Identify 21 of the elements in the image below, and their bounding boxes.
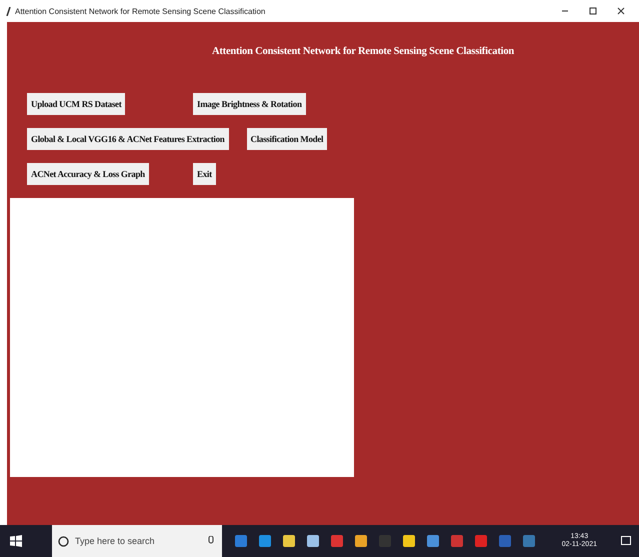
action-button[interactable]: Upload UCM RS Dataset: [27, 93, 126, 115]
app-icon[interactable]: [402, 534, 416, 548]
microphone-icon[interactable]: [208, 536, 214, 546]
action-button[interactable]: Global & Local VGG16 & ACNet Features Extraction: [27, 128, 228, 150]
window-title: Attention Consistent Network for Remote Sensing Scene Classification: [15, 6, 266, 16]
start-icon[interactable]: [10, 535, 22, 547]
close-icon: [617, 7, 625, 15]
app-icon[interactable]: [258, 534, 272, 548]
action-button[interactable]: Classification Model: [246, 128, 328, 150]
app-icon[interactable]: [306, 534, 320, 548]
app-icon[interactable]: [354, 534, 368, 548]
cortana-circle-icon: [58, 536, 69, 546]
action-button[interactable]: Image Brightness & Rotation: [193, 93, 306, 115]
action-button[interactable]: ACNet Accuracy & Loss Graph: [27, 163, 149, 185]
action-button[interactable]: Exit: [193, 163, 216, 185]
app-icon[interactable]: [282, 534, 296, 548]
app-heading: Attention Consistent Network for Remote Sensing Scene Classification: [210, 46, 514, 57]
search-field[interactable]: Type here to search: [52, 525, 222, 557]
app-icon[interactable]: [426, 534, 440, 548]
maximize-icon: [589, 7, 597, 15]
notification-icon[interactable]: [621, 536, 631, 546]
